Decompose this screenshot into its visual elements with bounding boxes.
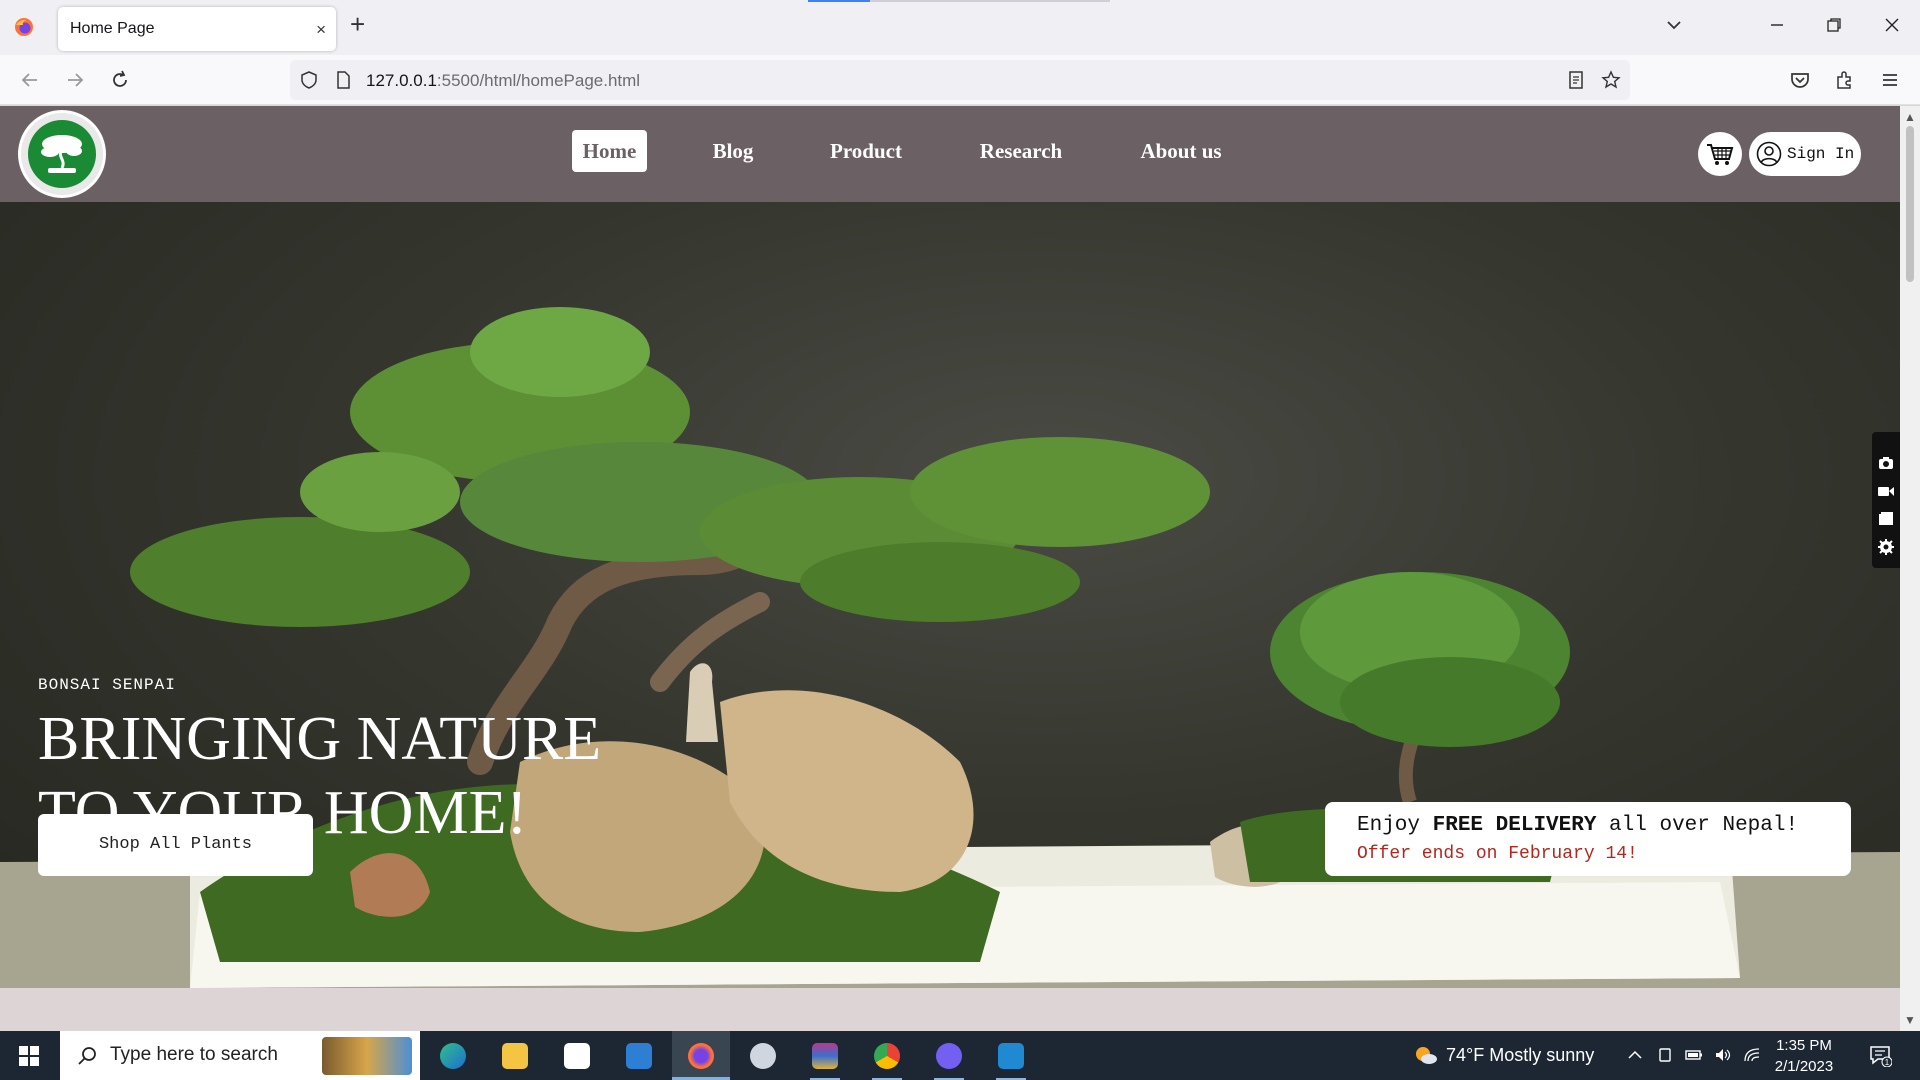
battery-icon[interactable]: [1685, 1046, 1703, 1064]
promo-prefix: Enjoy: [1357, 814, 1433, 837]
clock-time: 1:35 PM: [1776, 1037, 1832, 1054]
windows-taskbar: Type here to search 74°F Mostly sunny 1:…: [0, 1031, 1920, 1080]
sign-in-label: Sign In: [1787, 145, 1855, 163]
winrar-icon: [812, 1043, 838, 1069]
reload-icon[interactable]: [108, 68, 132, 92]
tab-divider: [870, 0, 1110, 2]
firefox-icon: [688, 1043, 714, 1069]
user-avatar-icon: [1756, 141, 1782, 167]
shield-icon[interactable]: [298, 69, 320, 91]
taskbar-inkscape[interactable]: [734, 1031, 792, 1080]
site-logo[interactable]: [18, 110, 106, 198]
bonsai-logo-icon: [28, 120, 96, 188]
capture-toolbar: [1872, 432, 1900, 568]
scroll-up-arrow-icon[interactable]: ▲: [1904, 110, 1916, 124]
nav-product[interactable]: Product: [820, 130, 912, 172]
cart-button[interactable]: [1698, 132, 1742, 176]
notification-center-icon[interactable]: 1: [1868, 1043, 1892, 1067]
device-icon[interactable]: [1656, 1046, 1674, 1064]
web-page: Home Blog Product Research About us Sign…: [0, 106, 1900, 1031]
new-tab-button[interactable]: +: [350, 11, 365, 37]
hero-brand-name: BONSAI SENPAI: [38, 676, 176, 694]
window-capture-icon[interactable]: [1877, 510, 1895, 528]
search-placeholder: Type here to search: [110, 1044, 278, 1065]
windows-start-icon[interactable]: [18, 1045, 40, 1067]
browser-tab[interactable]: Home Page ×: [58, 7, 336, 51]
taskbar-store[interactable]: [548, 1031, 606, 1080]
partly-sunny-icon: [1416, 1047, 1437, 1064]
notification-count: 1: [1885, 1058, 1890, 1067]
menu-icon[interactable]: [1878, 68, 1902, 92]
camera-icon[interactable]: [1877, 454, 1895, 472]
taskbar-viber[interactable]: [920, 1031, 978, 1080]
edge-icon: [440, 1043, 466, 1069]
video-icon[interactable]: [1877, 482, 1895, 500]
browser-tab-bar: Home Page × +: [0, 0, 1920, 55]
pocket-icon[interactable]: [1788, 68, 1812, 92]
shopping-cart-icon: [1707, 144, 1734, 165]
promo-subline: Offer ends on February 14!: [1357, 844, 1638, 864]
show-hidden-icons-icon[interactable]: [1626, 1046, 1644, 1064]
taskbar-vscode[interactable]: [982, 1031, 1040, 1080]
close-tab-icon[interactable]: ×: [316, 20, 326, 40]
search-highlight-image: [322, 1037, 412, 1075]
nav-about-us[interactable]: About us: [1132, 130, 1230, 172]
bookmark-star-icon[interactable]: [1600, 69, 1622, 91]
url-host: 127.0.0.1: [366, 71, 437, 90]
nav-home[interactable]: Home: [572, 130, 647, 172]
volume-icon[interactable]: [1714, 1046, 1732, 1064]
headline-line-1: BRINGING NATURE: [38, 705, 602, 773]
minimize-icon[interactable]: [1766, 14, 1788, 36]
loading-indicator: [808, 0, 870, 2]
site-header: Home Blog Product Research About us Sign…: [0, 106, 1900, 202]
search-icon: [78, 1047, 96, 1065]
extensions-icon[interactable]: [1833, 68, 1857, 92]
promo-banner: Enjoy FREE DELIVERY all over Nepal! Offe…: [1325, 802, 1851, 876]
url-text: 127.0.0.1:5500/html/homePage.html: [366, 71, 640, 91]
scroll-down-arrow-icon[interactable]: ▼: [1904, 1013, 1916, 1027]
page-scrollbar[interactable]: ▲ ▼: [1900, 106, 1920, 1031]
page-info-icon[interactable]: [332, 69, 354, 91]
promo-headline: Enjoy FREE DELIVERY all over Nepal!: [1357, 814, 1798, 837]
weather-widget[interactable]: 74°F Mostly sunny: [1414, 1045, 1594, 1066]
nav-research[interactable]: Research: [968, 130, 1074, 172]
vscode-icon: [998, 1043, 1024, 1069]
chrome-icon: [874, 1043, 900, 1069]
taskbar-winrar[interactable]: [796, 1031, 854, 1080]
taskbar-chrome[interactable]: [858, 1031, 916, 1080]
close-window-icon[interactable]: [1881, 14, 1903, 36]
system-clock[interactable]: 1:35 PM 2/1/2023: [1768, 1035, 1840, 1077]
weather-text: 74°F Mostly sunny: [1446, 1045, 1595, 1065]
url-path: :5500/html/homePage.html: [436, 71, 641, 90]
forward-arrow-icon[interactable]: [63, 68, 87, 92]
clock-date: 2/1/2023: [1774, 1058, 1834, 1075]
taskbar-mail[interactable]: [610, 1031, 668, 1080]
back-arrow-icon[interactable]: [18, 68, 42, 92]
mail-icon: [626, 1043, 652, 1069]
promo-suffix: all over Nepal!: [1596, 814, 1799, 837]
taskbar-edge[interactable]: [424, 1031, 482, 1080]
taskbar-file-explorer[interactable]: [486, 1031, 544, 1080]
promo-highlight: FREE DELIVERY: [1432, 814, 1597, 837]
scrollbar-thumb[interactable]: [1906, 126, 1914, 282]
browser-toolbar: 127.0.0.1:5500/html/homePage.html: [0, 55, 1920, 105]
viber-icon: [936, 1043, 962, 1069]
taskbar-search-box[interactable]: Type here to search: [60, 1031, 420, 1080]
store-icon: [564, 1043, 590, 1069]
firefox-logo-icon: [15, 18, 33, 36]
sign-in-button[interactable]: Sign In: [1749, 132, 1861, 176]
address-bar[interactable]: 127.0.0.1:5500/html/homePage.html: [290, 60, 1630, 100]
inkscape-icon: [750, 1043, 776, 1069]
taskbar-firefox[interactable]: [672, 1031, 730, 1080]
reader-view-icon[interactable]: [1565, 69, 1587, 91]
settings-gear-icon[interactable]: [1877, 538, 1895, 556]
folder-icon: [502, 1043, 528, 1069]
tab-title: Home Page: [70, 20, 155, 37]
nav-blog[interactable]: Blog: [700, 130, 766, 172]
list-all-tabs-icon[interactable]: [1663, 14, 1685, 36]
restore-icon[interactable]: [1823, 14, 1845, 36]
wifi-icon[interactable]: [1743, 1046, 1761, 1064]
hero-banner: BONSAI SENPAI BRINGING NATURE TO YOUR HO…: [0, 202, 1900, 988]
shop-all-plants-button[interactable]: Shop All Plants: [38, 814, 313, 876]
